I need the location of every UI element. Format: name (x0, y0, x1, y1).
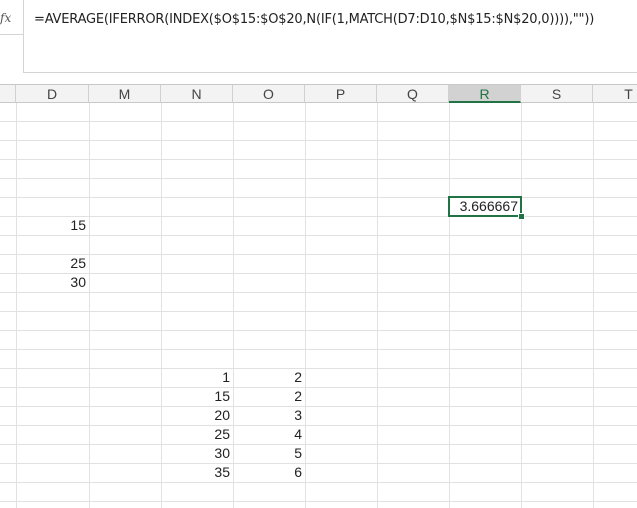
grid-line (0, 159, 637, 160)
active-cell-border (448, 196, 522, 217)
column-header-s[interactable]: S (521, 85, 593, 103)
cell-grid[interactable]: 3.666667 15 25 30 1 2 15 2 20 3 25 4 30 … (0, 103, 637, 508)
grid-line (0, 140, 637, 141)
cell-d10[interactable]: 30 (16, 273, 89, 292)
insert-function-button[interactable]: fx (0, 0, 24, 35)
formula-bar-border (23, 72, 637, 73)
grid-line (593, 103, 594, 508)
cell-o20[interactable]: 6 (233, 463, 305, 482)
column-header-d[interactable]: D (16, 85, 89, 103)
column-header-m[interactable]: M (89, 85, 161, 103)
grid-line (0, 349, 637, 350)
grid-line (0, 406, 637, 407)
grid-line (377, 103, 378, 508)
column-header-row: D M N O P Q R S T (0, 84, 637, 103)
grid-line (89, 103, 90, 508)
cell-n18[interactable]: 25 (161, 425, 233, 444)
grid-line (449, 103, 450, 508)
column-header-p[interactable]: P (305, 85, 377, 103)
grid-line (0, 368, 637, 369)
cell-n20[interactable]: 35 (161, 463, 233, 482)
column-header-t[interactable]: T (593, 85, 637, 103)
cell-o15[interactable]: 2 (233, 368, 305, 387)
fx-icon: fx (0, 11, 12, 25)
grid-line (0, 235, 637, 236)
cell-n15[interactable]: 1 (161, 368, 233, 387)
column-header-n[interactable]: N (161, 85, 233, 103)
cell-o16[interactable]: 2 (233, 387, 305, 406)
formula-bar: fx =AVERAGE(IFERROR(INDEX($O$15:$O$20,N(… (0, 0, 637, 84)
grid-line (0, 292, 637, 293)
grid-line (0, 482, 637, 483)
cell-d9[interactable]: 25 (16, 254, 89, 273)
formula-divider (23, 0, 24, 73)
grid-line (0, 463, 637, 464)
grid-line (0, 425, 637, 426)
grid-line (0, 387, 637, 388)
grid-line (0, 178, 637, 179)
column-header-prev[interactable] (0, 85, 16, 103)
grid-line (0, 501, 637, 502)
grid-line (0, 444, 637, 445)
grid-line (0, 254, 637, 255)
cell-o17[interactable]: 3 (233, 406, 305, 425)
column-header-o[interactable]: O (233, 85, 305, 103)
cell-n17[interactable]: 20 (161, 406, 233, 425)
grid-line (0, 216, 637, 217)
grid-line (0, 121, 637, 122)
formula-input[interactable]: =AVERAGE(IFERROR(INDEX($O$15:$O$20,N(IF(… (34, 12, 594, 27)
column-header-q[interactable]: Q (377, 85, 449, 103)
grid-line (0, 197, 637, 198)
grid-line (16, 103, 17, 508)
cell-n19[interactable]: 30 (161, 444, 233, 463)
cell-o19[interactable]: 5 (233, 444, 305, 463)
grid-line (0, 311, 637, 312)
grid-line (305, 103, 306, 508)
column-header-r[interactable]: R (449, 85, 521, 103)
grid-line (0, 330, 637, 331)
fill-handle[interactable] (518, 213, 525, 220)
cell-n16[interactable]: 15 (161, 387, 233, 406)
grid-line (521, 103, 522, 508)
grid-line (0, 273, 637, 274)
cell-d7[interactable]: 15 (16, 216, 89, 235)
cell-o18[interactable]: 4 (233, 425, 305, 444)
